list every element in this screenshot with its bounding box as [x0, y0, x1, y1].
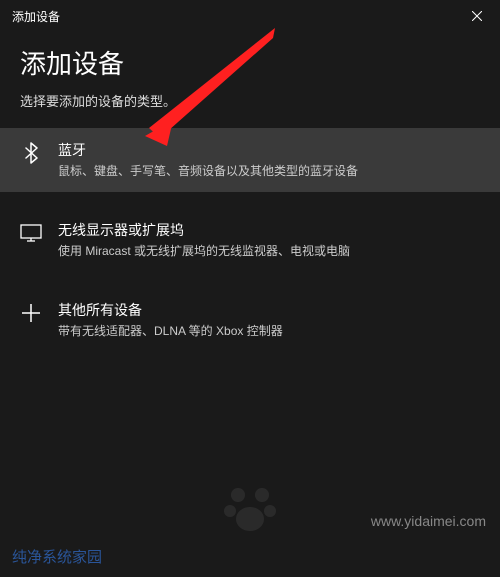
page-title: 添加设备	[20, 44, 480, 81]
watermark-brand: 纯净系统家园	[12, 546, 102, 567]
option-text: 无线显示器或扩展坞 使用 Miracast 或无线扩展坞的无线监视器、电视或电脑	[58, 220, 480, 260]
watermark-url: www.yidaimei.com	[371, 513, 486, 529]
window-title: 添加设备	[12, 8, 60, 25]
close-button[interactable]	[454, 0, 500, 32]
monitor-icon	[20, 222, 42, 244]
option-bluetooth[interactable]: 蓝牙 鼠标、键盘、手写笔、音频设备以及其他类型的蓝牙设备	[0, 128, 500, 192]
content-area: 添加设备 选择要添加的设备的类型。 蓝牙 鼠标、键盘、手写笔、音频设备以及其他类…	[0, 32, 500, 363]
option-everything-else[interactable]: 其他所有设备 带有无线适配器、DLNA 等的 Xbox 控制器	[0, 288, 500, 352]
option-text: 其他所有设备 带有无线适配器、DLNA 等的 Xbox 控制器	[58, 300, 480, 340]
close-icon	[472, 11, 482, 21]
option-text: 蓝牙 鼠标、键盘、手写笔、音频设备以及其他类型的蓝牙设备	[58, 140, 480, 180]
plus-icon	[20, 302, 42, 324]
page-subtitle: 选择要添加的设备的类型。	[20, 91, 480, 110]
option-desc: 使用 Miracast 或无线扩展坞的无线监视器、电视或电脑	[58, 243, 480, 260]
option-desc: 鼠标、键盘、手写笔、音频设备以及其他类型的蓝牙设备	[58, 163, 480, 180]
option-title: 其他所有设备	[58, 300, 480, 320]
option-title: 无线显示器或扩展坞	[58, 220, 480, 240]
bluetooth-icon	[20, 142, 42, 164]
watermark-paw-icon	[220, 477, 280, 537]
titlebar: 添加设备	[0, 0, 500, 32]
option-title: 蓝牙	[58, 140, 480, 160]
option-desc: 带有无线适配器、DLNA 等的 Xbox 控制器	[58, 323, 480, 340]
option-wireless-display[interactable]: 无线显示器或扩展坞 使用 Miracast 或无线扩展坞的无线监视器、电视或电脑	[0, 208, 500, 272]
